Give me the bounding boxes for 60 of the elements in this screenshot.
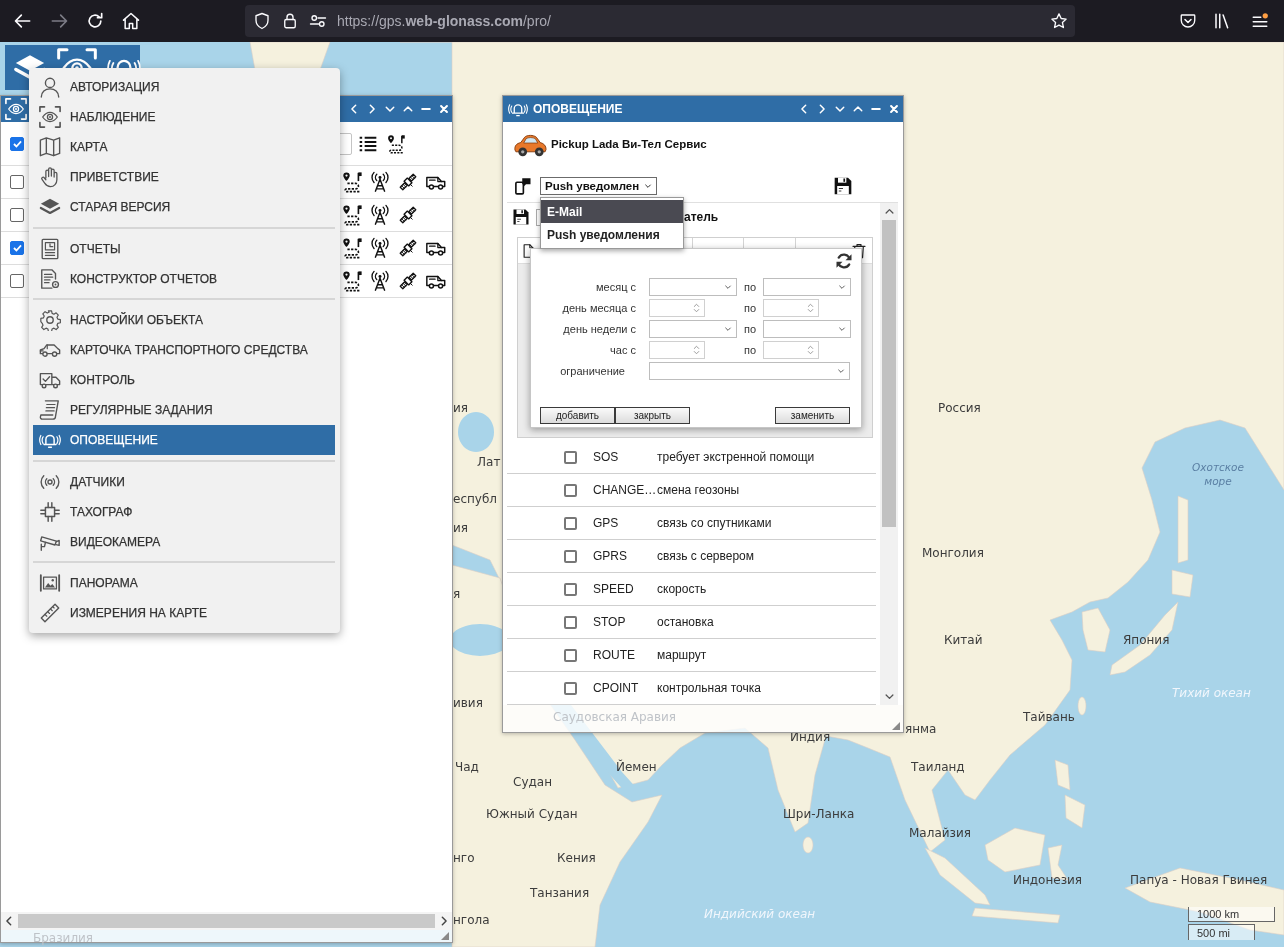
map-label: Таиланд xyxy=(911,760,965,774)
event-description: скорость xyxy=(657,582,707,596)
map-label: Лат xyxy=(477,455,501,469)
form-label: день недели с xyxy=(562,322,636,335)
map-label: Тайвань xyxy=(1023,710,1075,724)
map-label: еспубл xyxy=(453,492,497,506)
map-label: Саудовская Аравия xyxy=(553,710,677,724)
map-label: Южный Судан xyxy=(486,807,578,821)
event-description: маршрут xyxy=(657,648,707,662)
map-label: Кения xyxy=(557,851,596,865)
form-label: по xyxy=(743,322,758,335)
event-code: SOS xyxy=(593,450,620,464)
map-label: Монголия xyxy=(922,546,984,560)
event-description: контрольная точка xyxy=(657,681,761,695)
map-label: Китай xyxy=(944,633,983,647)
map-label: нго xyxy=(453,851,475,865)
scale-bar-imperial: 500 mi xyxy=(1188,924,1255,940)
map-label: ия xyxy=(453,521,469,535)
event-description: остановка xyxy=(657,615,714,629)
form-label: ограничение xyxy=(559,364,626,377)
event-description: связь со спутниками xyxy=(657,516,772,530)
map-label: я xyxy=(453,587,461,601)
form-label: по xyxy=(743,301,758,314)
map-label: Папуа - Новая Гвинея xyxy=(1130,873,1268,887)
field-label: атель xyxy=(684,210,719,224)
event-code: SPEED xyxy=(593,582,635,596)
form-label: по xyxy=(743,343,758,356)
event-code: CPOINT xyxy=(593,681,640,695)
map-label: ивия xyxy=(453,696,483,710)
event-code: GPS xyxy=(593,516,620,530)
map-label: Тихий океан xyxy=(1172,686,1251,700)
map-label: Индонезия xyxy=(1013,873,1083,887)
map-label: янма xyxy=(905,722,937,736)
map-label: Япония xyxy=(1123,633,1170,647)
event-code: GPRS xyxy=(593,549,628,563)
map-label: Индийский океан xyxy=(704,907,816,921)
event-code: CHANGE… xyxy=(593,483,657,497)
map-label: ия xyxy=(453,401,469,415)
form-label: по xyxy=(743,280,758,293)
map-label: нгола xyxy=(453,913,490,927)
map-label: Йемен xyxy=(616,760,657,774)
form-label: день месяца с xyxy=(561,301,636,314)
map-label: Малайзия xyxy=(909,826,971,840)
form-label: час с xyxy=(609,343,636,356)
map-label: Судан xyxy=(513,775,552,789)
map-label: Индия xyxy=(790,730,831,744)
scale-bar-metric: 1000 km xyxy=(1188,907,1275,922)
map-label: Охотское море xyxy=(1191,460,1245,488)
event-description: требует экстренной помощи xyxy=(657,450,815,464)
form-label: месяц с xyxy=(595,280,636,293)
map-label: Шри-Ланка xyxy=(783,807,855,821)
object-name: Pickup Lada Ви-Тел Сервис xyxy=(551,138,707,150)
event-description: смена геозоны xyxy=(657,483,740,497)
event-description: связь с сервером xyxy=(657,549,755,563)
event-code: STOP xyxy=(593,615,627,629)
window-title: ОПОВЕЩЕНИЕ xyxy=(533,102,623,116)
map-label: Чад xyxy=(455,760,479,774)
map-label: Танзания xyxy=(530,886,590,900)
event-code: ROUTE xyxy=(593,648,636,662)
map-label: Россия xyxy=(938,401,981,415)
